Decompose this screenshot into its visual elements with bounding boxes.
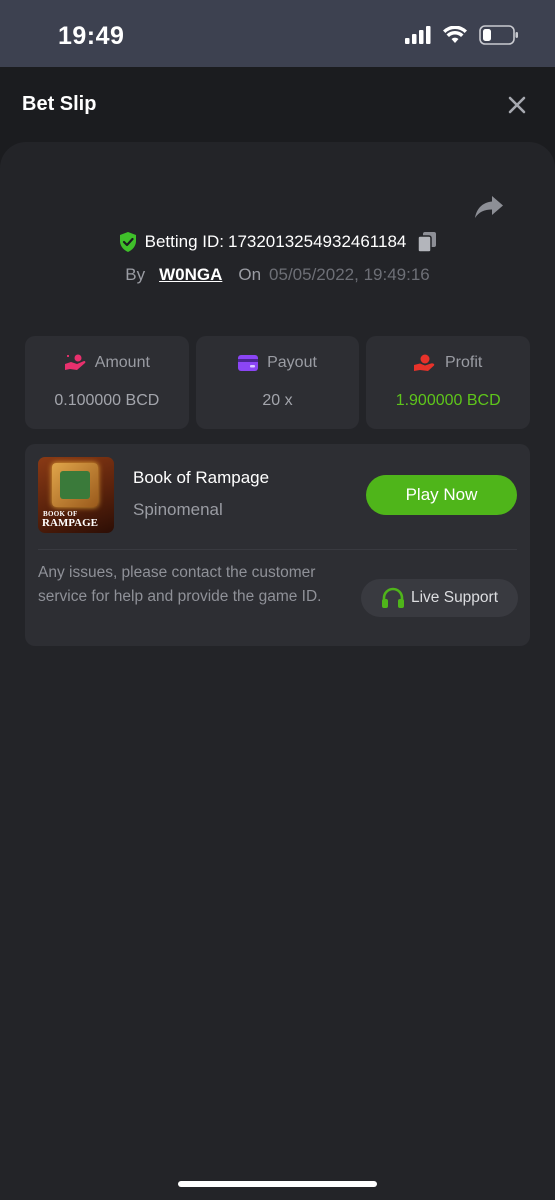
shield-check-icon [119,232,136,252]
play-now-button[interactable]: Play Now [366,475,517,515]
amount-hand-icon [64,354,86,370]
thumbnail-title-line2: RAMPAGE [42,517,99,529]
battery-icon [479,25,518,45]
betting-id-value: 1732013254932461184 [227,232,407,251]
bet-date: 05/05/2022, 19:49:16 [269,265,430,284]
stat-payout-value: 20 x [262,392,293,409]
bet-detail-panel: Betting ID: 1732013254932461184 By W0NGA… [0,142,555,1200]
stat-profit-label: Profit [445,354,483,371]
home-indicator[interactable] [178,1181,377,1187]
betting-id-row: Betting ID: 1732013254932461184 [0,232,555,252]
headset-icon [381,587,404,608]
bet-stats: Amount 0.100000 BCD Payout 20 x Profit 1… [25,336,531,429]
betting-id-label: Betting ID: [144,232,224,251]
bet-slip-sheet: Bet Slip Betting ID: 1732013254932461184… [0,67,555,1200]
game-provider: Spinomenal [133,500,223,519]
game-thumbnail[interactable]: BOOK OF RAMPAGE [38,457,114,533]
game-title: Book of Rampage [133,468,270,487]
live-support-label: Live Support [410,589,499,606]
sheet-header: Bet Slip [0,67,555,142]
on-label: On [238,265,262,284]
username-link[interactable]: W0NGA [159,265,222,285]
status-bar: 19:49 [0,0,555,67]
status-icons [405,25,519,45]
book-illustration [52,463,98,507]
stat-amount-value: 0.100000 BCD [54,392,160,409]
stat-profit-head: Profit [366,354,530,372]
stat-amount-label: Amount [94,354,150,371]
page-title: Bet Slip [22,93,97,115]
stat-payout: Payout 20 x [195,336,360,429]
by-label: By [125,265,146,284]
status-time: 19:49 [58,22,125,50]
copy-icon[interactable] [418,232,437,252]
close-icon[interactable] [505,93,529,117]
signal-icon [405,26,431,44]
wallet-card-icon [238,355,259,371]
live-support-button[interactable]: Live Support [361,579,518,617]
wifi-icon [443,26,467,43]
stat-payout-head: Payout [196,354,360,372]
divider [38,549,517,550]
stat-profit: Profit 1.900000 BCD [366,336,531,429]
support-notice: Any issues, please contact the customer … [38,564,322,605]
bet-author-row: By W0NGA On 05/05/2022, 19:49:16 [0,265,555,285]
share-icon[interactable] [474,194,504,220]
stat-payout-label: Payout [267,354,317,371]
stat-profit-value: 1.900000 BCD [395,392,501,409]
game-card: BOOK OF RAMPAGE Book of Rampage Spinomen… [25,444,530,646]
profit-hand-icon [414,354,435,371]
stat-amount-head: Amount [25,354,189,372]
stat-amount: Amount 0.100000 BCD [25,336,189,429]
